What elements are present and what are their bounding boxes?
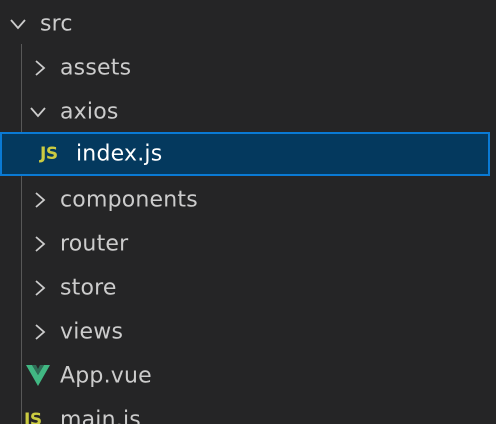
tree-item-label: router xyxy=(60,231,129,257)
tree-item-label: store xyxy=(60,275,117,301)
chevron-right-icon[interactable] xyxy=(30,322,50,342)
chevron-right-icon[interactable] xyxy=(30,58,50,78)
tree-item-components[interactable]: components xyxy=(0,178,496,222)
vue-icon xyxy=(26,365,50,387)
js-icon: JS xyxy=(40,144,58,164)
js-icon: JS xyxy=(24,410,42,424)
tree-item-label: index.js xyxy=(76,141,163,167)
tree-item-src[interactable]: src xyxy=(0,2,496,46)
file-explorer-tree: src assets axios JS index.js components … xyxy=(0,0,496,424)
tree-item-store[interactable]: store xyxy=(0,266,496,310)
tree-item-label: components xyxy=(60,187,198,213)
tree-item-label: axios xyxy=(60,99,119,125)
chevron-right-icon[interactable] xyxy=(30,234,50,254)
tree-item-views[interactable]: views xyxy=(0,310,496,354)
tree-item-label: src xyxy=(40,11,73,37)
chevron-down-icon[interactable] xyxy=(28,102,48,122)
chevron-right-icon[interactable] xyxy=(30,278,50,298)
tree-item-app-vue[interactable]: App.vue xyxy=(0,354,496,398)
chevron-down-icon[interactable] xyxy=(8,14,28,34)
tree-item-label: App.vue xyxy=(60,363,152,389)
chevron-right-icon[interactable] xyxy=(30,190,50,210)
tree-item-main-js[interactable]: JS main.js xyxy=(0,398,496,424)
tree-item-index-js[interactable]: JS index.js xyxy=(0,132,490,176)
tree-item-axios[interactable]: axios xyxy=(0,90,496,134)
tree-item-router[interactable]: router xyxy=(0,222,496,266)
tree-item-label: assets xyxy=(60,55,132,81)
tree-item-label: main.js xyxy=(60,407,141,424)
tree-item-assets[interactable]: assets xyxy=(0,46,496,90)
tree-item-label: views xyxy=(60,319,124,345)
